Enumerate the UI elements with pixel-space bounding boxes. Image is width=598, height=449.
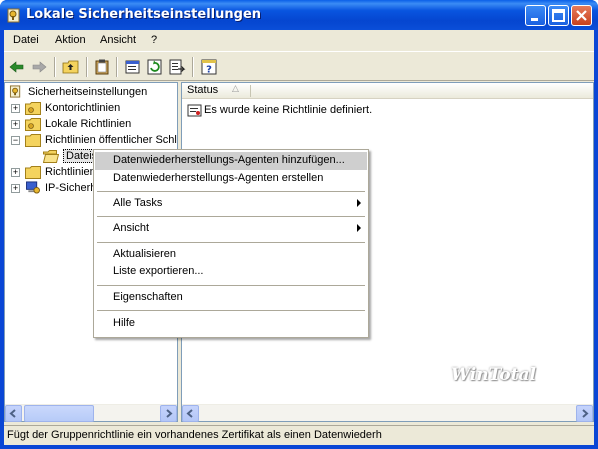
- folder-icon: [25, 118, 41, 131]
- tree-item-label: Richtlinien: [45, 166, 96, 178]
- expand-toggle[interactable]: +: [11, 184, 20, 193]
- forward-arrow-icon[interactable]: [30, 58, 48, 76]
- tree-root-label: Sicherheitseinstellungen: [28, 86, 148, 98]
- scroll-right-button[interactable]: [576, 405, 593, 422]
- column-header-status[interactable]: Status △: [182, 83, 593, 99]
- tree-item-label: IP-Sicherh: [45, 182, 97, 194]
- menu-item-label: Hilfe: [113, 317, 136, 329]
- folder-icon: [25, 134, 41, 147]
- refresh-icon[interactable]: [146, 58, 164, 76]
- menu-item-properties[interactable]: Eigenschaften: [95, 289, 367, 307]
- up-folder-icon[interactable]: [62, 58, 80, 76]
- export-list-icon[interactable]: [168, 58, 186, 76]
- menu-separator: [97, 285, 365, 286]
- tree-root[interactable]: Sicherheitseinstellungen: [8, 85, 178, 101]
- toolbar-separator: [192, 57, 194, 77]
- close-button[interactable]: [571, 5, 592, 26]
- tree-item-label: Kontorichtlinien: [45, 102, 121, 114]
- window-title: Lokale Sicherheitseinstellungen: [26, 7, 262, 22]
- menu-item-add-recovery-agent[interactable]: Datenwiederherstellungs-Agenten hinzufüg…: [95, 152, 367, 170]
- column-divider[interactable]: [250, 85, 251, 97]
- scroll-right-icon: [582, 409, 589, 418]
- open-folder-icon: [43, 150, 59, 163]
- security-settings-icon: [7, 8, 20, 23]
- properties-icon[interactable]: [124, 58, 142, 76]
- submenu-arrow-icon: [357, 199, 361, 207]
- toolbar: ?: [4, 53, 594, 81]
- title-bar[interactable]: Lokale Sicherheitseinstellungen: [0, 0, 598, 30]
- menu-bar: Datei Aktion Ansicht ?: [4, 30, 594, 52]
- menu-item-label: Datenwiederherstellungs-Agenten hinzufüg…: [113, 154, 345, 166]
- status-text: Fügt der Gruppenrichtlinie ein vorhanden…: [7, 429, 382, 441]
- minimize-button[interactable]: [525, 5, 546, 26]
- scroll-left-button[interactable]: [182, 405, 199, 422]
- back-arrow-icon[interactable]: [8, 58, 26, 76]
- status-bar: Fügt der Gruppenrichtlinie ein vorhanden…: [4, 425, 594, 445]
- menu-item-label: Liste exportieren...: [113, 265, 204, 277]
- menu-item-refresh[interactable]: Aktualisieren: [95, 246, 367, 264]
- menu-separator: [97, 242, 365, 243]
- menu-item-label: Alle Tasks: [113, 197, 163, 209]
- help-icon[interactable]: ?: [200, 58, 218, 76]
- maximize-button[interactable]: [548, 5, 569, 26]
- tree-item-label: Richtlinien öffentlicher Schl: [45, 134, 177, 146]
- toolbar-separator: [116, 57, 118, 77]
- tree-item-public-key-policies[interactable]: − Richtlinien öffentlicher Schl: [11, 133, 179, 149]
- scroll-left-button[interactable]: [5, 405, 22, 422]
- expand-toggle[interactable]: +: [11, 120, 20, 129]
- menu-separator: [97, 191, 365, 192]
- tree-item-lokale-richtlinien[interactable]: + Lokale Richtlinien: [11, 117, 179, 133]
- column-header-label: Status: [187, 84, 219, 96]
- menu-datei[interactable]: Datei: [13, 34, 39, 46]
- sort-arrow-icon: △: [232, 84, 239, 94]
- collapse-toggle[interactable]: −: [11, 136, 20, 145]
- list-item-text: Es wurde keine Richtlinie definiert.: [204, 104, 373, 116]
- security-settings-icon: [9, 85, 21, 98]
- menu-item-all-tasks[interactable]: Alle Tasks: [95, 195, 367, 213]
- menu-item-create-recovery-agent[interactable]: Datenwiederherstellungs-Agenten erstelle…: [95, 170, 367, 188]
- menu-separator: [97, 216, 365, 217]
- expand-toggle[interactable]: +: [11, 168, 20, 177]
- list-horizontal-scrollbar[interactable]: [182, 404, 593, 422]
- menu-item-label: Eigenschaften: [113, 291, 183, 303]
- folder-icon: [25, 102, 41, 115]
- toolbar-separator: [86, 57, 88, 77]
- menu-item-label: Datenwiederherstellungs-Agenten erstelle…: [113, 172, 324, 184]
- tree-horizontal-scrollbar[interactable]: [5, 404, 177, 422]
- watermark-logo: WinTotal: [451, 365, 536, 385]
- menu-item-label: Ansicht: [113, 222, 150, 234]
- policy-info-icon: [187, 104, 202, 117]
- tree-item-kontorichtlinien[interactable]: + Kontorichtlinien: [11, 101, 179, 117]
- close-icon: [576, 10, 587, 21]
- scroll-left-icon: [9, 409, 16, 418]
- scroll-right-button[interactable]: [160, 405, 177, 422]
- submenu-arrow-icon: [357, 224, 361, 232]
- svg-text:?: ?: [206, 65, 212, 76]
- menu-separator: [97, 310, 365, 311]
- maximize-icon: [552, 9, 565, 22]
- clipboard-icon[interactable]: [93, 58, 111, 76]
- menu-item-help[interactable]: Hilfe: [95, 315, 367, 333]
- toolbar-separator: [54, 57, 56, 77]
- menu-ansicht[interactable]: Ansicht: [100, 34, 136, 46]
- menu-item-label: Aktualisieren: [113, 248, 176, 260]
- tree-item-label: Lokale Richtlinien: [45, 118, 132, 130]
- menu-item-export-list[interactable]: Liste exportieren...: [95, 263, 367, 281]
- context-menu: Datenwiederherstellungs-Agenten hinzufüg…: [93, 149, 369, 338]
- scroll-left-icon: [186, 409, 193, 418]
- menu-item-view[interactable]: Ansicht: [95, 220, 367, 238]
- scroll-right-icon: [166, 409, 173, 418]
- menu-aktion[interactable]: Aktion: [55, 34, 86, 46]
- minimize-icon: [531, 18, 538, 21]
- ip-security-icon: [26, 181, 40, 194]
- list-item[interactable]: Es wurde keine Richtlinie definiert.: [187, 103, 487, 119]
- folder-icon: [25, 166, 41, 179]
- scroll-thumb[interactable]: [24, 405, 94, 422]
- menu-help[interactable]: ?: [151, 34, 157, 46]
- expand-toggle[interactable]: +: [11, 104, 20, 113]
